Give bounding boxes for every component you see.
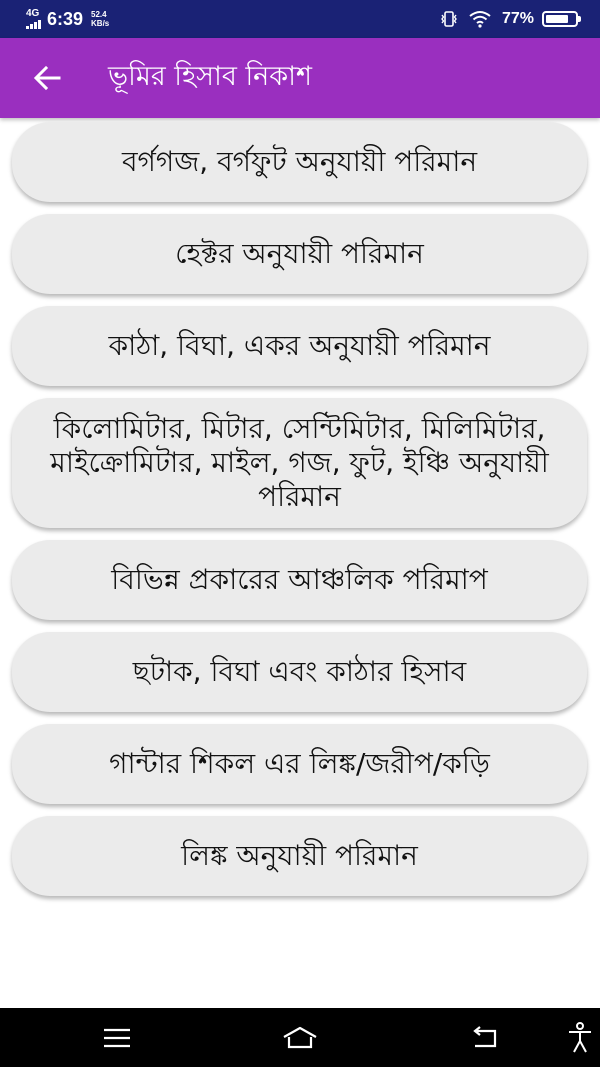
back-icon <box>473 1025 497 1047</box>
arrow-left-icon <box>33 65 61 91</box>
menu-button-hectare[interactable]: হেক্টর অনুযায়ী পরিমান <box>12 214 587 294</box>
menu-button-length-units[interactable]: কিলোমিটার, মিটার, সেন্টিমিটার, মিলিমিটার… <box>12 398 587 528</box>
menu-button-label: গান্টার শিকল এর লিঙ্ক/জরীপ/কড়ি <box>109 747 490 780</box>
accessibility-icon <box>569 1021 591 1052</box>
signal-indicator: 4G <box>26 9 41 29</box>
status-left: 4G 6:39 52.4 KB/s <box>26 9 109 30</box>
menu-button-gunter-chain[interactable]: গান্টার শিকল এর লিঙ্ক/জরীপ/কড়ি <box>12 724 587 804</box>
menu-button-link[interactable]: লিঙ্ক অনুযায়ী পরিমান <box>12 816 587 896</box>
battery-icon <box>542 11 581 27</box>
menu-button-label: বিভিন্ন প্রকারের আঞ্চলিক পরিমাপ <box>111 563 488 596</box>
menu-button-regional-measures[interactable]: বিভিন্ন প্রকারের আঞ্চলিক পরিমাপ <box>12 540 587 620</box>
recents-button[interactable] <box>92 1008 142 1067</box>
menu-button-katha-bigha-acre[interactable]: কাঠা, বিঘা, একর অনুযায়ী পরিমান <box>12 306 587 386</box>
menu-button-chhatak-bigha-katha[interactable]: ছটাক, বিঘা এবং কাঠার হিসাব <box>12 632 587 712</box>
wifi-icon <box>469 11 491 28</box>
navigation-bar <box>0 1008 600 1067</box>
menu-button-label: লিঙ্ক অনুযায়ী পরিমান <box>181 839 418 872</box>
menu-icon <box>104 1028 130 1047</box>
menu-button-label: বর্গগজ, বর্গফুট অনুযায়ী পরিমান <box>121 145 478 178</box>
status-right: 77% <box>430 10 581 28</box>
home-button[interactable] <box>275 1008 325 1067</box>
battery-level <box>546 15 568 23</box>
clock: 6:39 <box>47 8 84 29</box>
app-bar: ভূমির হিসাব নিকাশ <box>0 38 600 118</box>
page-title: ভূমির হিসাব নিকাশ <box>108 60 312 92</box>
battery-percent: 77% <box>501 10 534 27</box>
menu-list: বর্গগজ, বর্গফুট অনুযায়ী পরিমান হেক্টর অ… <box>12 122 587 908</box>
status-bar: 4G 6:39 52.4 KB/s 77% <box>0 0 600 38</box>
back-button[interactable] <box>14 38 80 118</box>
menu-button-sq-yard-sq-ft[interactable]: বর্গগজ, বর্গফুট অনুযায়ী পরিমান <box>12 122 587 202</box>
home-icon <box>283 1026 317 1048</box>
network-speed-value: 52.4 <box>91 10 107 19</box>
vibrate-icon <box>441 11 457 27</box>
menu-button-label: হেক্টর অনুযায়ী পরিমান <box>175 237 424 270</box>
back-nav-button[interactable] <box>458 1008 508 1067</box>
menu-button-label: ছটাক, বিঘা এবং কাঠার হিসাব <box>132 655 467 688</box>
signal-bars-icon <box>26 19 41 29</box>
menu-button-label: কাঠা, বিঘা, একর অনুযায়ী পরিমান <box>108 329 491 362</box>
menu-button-label: কিলোমিটার, মিটার, সেন্টিমিটার, মিলিমিটার… <box>50 412 549 513</box>
network-type: 4G <box>26 8 40 19</box>
network-speed: 52.4 KB/s <box>91 10 109 28</box>
accessibility-button[interactable] <box>563 1008 597 1067</box>
network-speed-unit: KB/s <box>91 19 110 28</box>
